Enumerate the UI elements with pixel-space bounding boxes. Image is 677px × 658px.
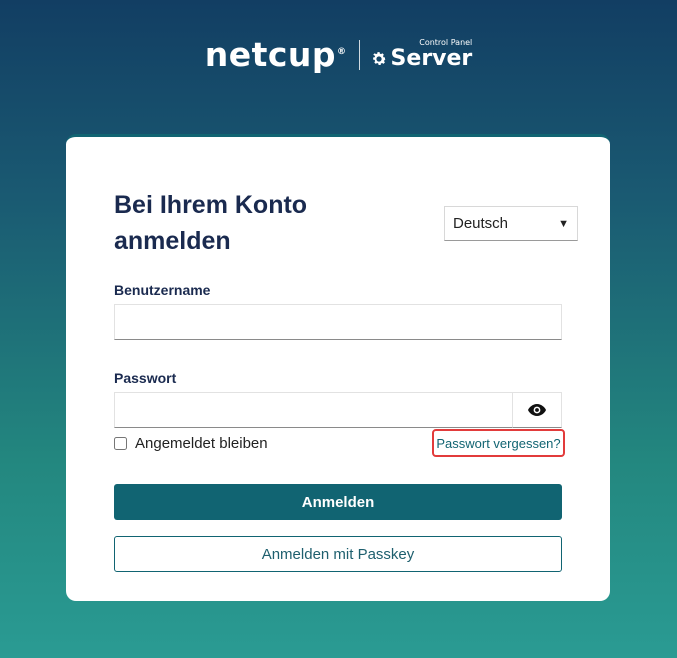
- language-selected: Deutsch: [453, 215, 509, 232]
- passkey-login-button[interactable]: Anmelden mit Passkey: [114, 536, 562, 572]
- control-panel-text: Control Panel Server: [391, 39, 473, 70]
- page-title: Bei Ihrem Konto anmelden: [114, 191, 308, 255]
- language-select[interactable]: Deutsch ▼: [444, 206, 578, 241]
- password-input[interactable]: [114, 392, 512, 428]
- forgot-password-link[interactable]: Passwort vergessen?: [432, 429, 565, 457]
- caret-down-icon: ▼: [558, 217, 569, 230]
- brand-divider: [358, 39, 360, 70]
- brand-header: netcup® Control Panel Server: [0, 38, 677, 71]
- remember-me-label: Angemeldet bleiben: [135, 435, 268, 452]
- login-card: Bei Ihrem Konto anmelden Deutsch ▼ Benut…: [66, 134, 610, 601]
- logo-text: netcup: [204, 35, 337, 74]
- password-label: Passwort: [114, 370, 177, 386]
- eye-icon: [528, 404, 546, 416]
- show-password-button[interactable]: [512, 392, 562, 428]
- remember-me[interactable]: Angemeldet bleiben: [114, 435, 268, 452]
- login-button[interactable]: Anmelden: [114, 484, 562, 520]
- remember-me-checkbox[interactable]: [114, 437, 127, 450]
- username-label: Benutzername: [114, 282, 211, 298]
- server-label: Server: [390, 46, 473, 71]
- registered-mark: ®: [337, 47, 347, 57]
- gear-icon: [372, 51, 386, 65]
- username-input[interactable]: [114, 304, 562, 340]
- control-panel-logo: Control Panel Server: [370, 39, 473, 70]
- netcup-logo: netcup®: [205, 38, 347, 71]
